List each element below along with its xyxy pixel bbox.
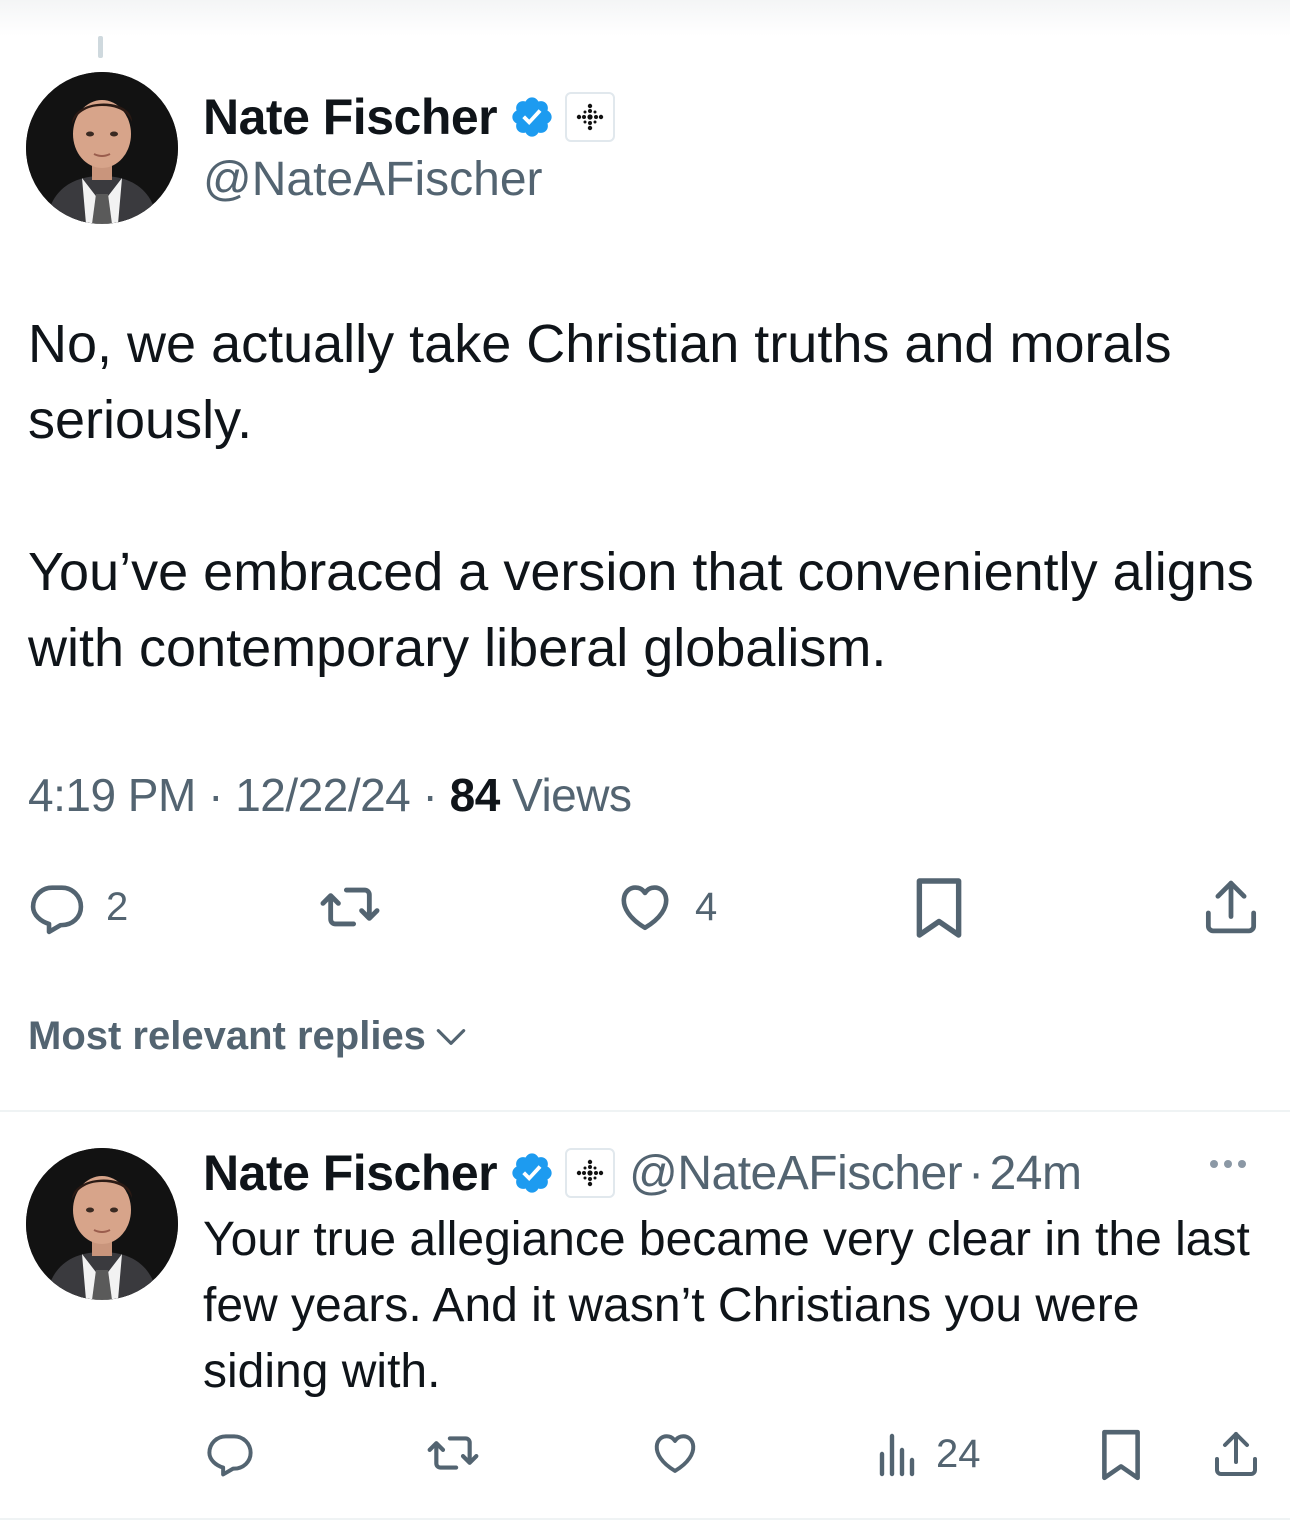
reply-author-handle[interactable]: @NateAFischer — [629, 1146, 963, 1201]
retweet-icon — [427, 1436, 479, 1470]
reply-icon — [30, 885, 84, 935]
reply-text: Your true allegiance became very clear i… — [203, 1213, 1250, 1398]
author-handle[interactable]: @NateAFischer — [203, 152, 543, 207]
reply-author-row: Nate Fischer @NateAFischer · 24m — [203, 1144, 1082, 1202]
reply-count: 2 — [106, 884, 129, 929]
chevron-down-icon — [436, 1028, 466, 1045]
replies-sort-dropdown[interactable]: Most relevant replies — [28, 1014, 470, 1059]
share-icon — [1205, 880, 1257, 934]
reply-like-button[interactable] — [650, 1428, 700, 1478]
reply-share-button[interactable] — [1212, 1428, 1260, 1480]
share-button[interactable] — [1202, 876, 1260, 938]
section-divider — [0, 1110, 1290, 1112]
meta-separator: · — [422, 769, 438, 821]
tweet-paragraph: No, we actually take Christian truths an… — [28, 314, 1172, 450]
heart-icon — [654, 1434, 696, 1473]
verified-badge-icon[interactable] — [509, 1150, 555, 1196]
reply-author-avatar[interactable] — [26, 1148, 178, 1300]
affiliation-badge-icon[interactable] — [565, 1148, 616, 1198]
author-display-name[interactable]: Nate Fischer — [203, 88, 498, 146]
tweet-time[interactable]: 4:19 PM — [28, 769, 196, 821]
views-chart-icon — [879, 1433, 915, 1477]
reply-time-ago[interactable]: 24m — [990, 1146, 1082, 1201]
reply-reply-button[interactable] — [205, 1428, 255, 1478]
views-count[interactable]: 84 — [450, 769, 501, 821]
replies-sort-label: Most relevant replies — [28, 1014, 426, 1058]
bottom-divider — [0, 1518, 1290, 1520]
bookmark-icon — [916, 878, 962, 938]
thread-connector-line — [98, 36, 103, 58]
affiliation-badge-icon[interactable] — [565, 92, 616, 142]
reply-bookmark-button[interactable] — [1098, 1428, 1144, 1482]
tweet-metadata: 4:19 PM · 12/22/24 · 84 Views — [28, 768, 632, 822]
bookmark-icon — [1102, 1429, 1140, 1481]
like-button[interactable]: 4 — [615, 878, 717, 936]
meta-separator: · — [968, 1146, 984, 1200]
avatar-portrait-icon — [26, 72, 178, 224]
avatar-portrait-icon — [26, 1148, 178, 1300]
retweet-icon — [320, 887, 380, 927]
reply-views-button[interactable]: 24 — [876, 1430, 981, 1478]
verified-badge-icon[interactable] — [509, 94, 555, 140]
share-icon — [1215, 1432, 1257, 1476]
tweet-paragraph: You’ve embraced a version that convenien… — [28, 542, 1254, 678]
bookmark-button[interactable] — [912, 876, 966, 940]
meta-separator: · — [208, 769, 223, 821]
views-label[interactable]: Views — [512, 769, 632, 821]
author-avatar[interactable] — [26, 72, 178, 224]
top-fade — [0, 0, 1290, 36]
tweet-text: No, we actually take Christian truths an… — [28, 306, 1268, 686]
more-options-icon[interactable] — [1210, 1160, 1246, 1168]
reply-icon — [207, 1434, 253, 1477]
reply-retweet-button[interactable] — [425, 1428, 481, 1478]
retweet-button[interactable] — [318, 878, 382, 936]
reply-views-count: 24 — [936, 1431, 981, 1476]
like-count: 4 — [695, 884, 718, 929]
heart-icon — [621, 885, 669, 931]
reply-button[interactable]: 2 — [28, 878, 128, 936]
author-name-row: Nate Fischer — [203, 88, 616, 146]
reply-author-display-name[interactable]: Nate Fischer — [203, 1144, 498, 1202]
tweet-date[interactable]: 12/22/24 — [235, 769, 411, 821]
